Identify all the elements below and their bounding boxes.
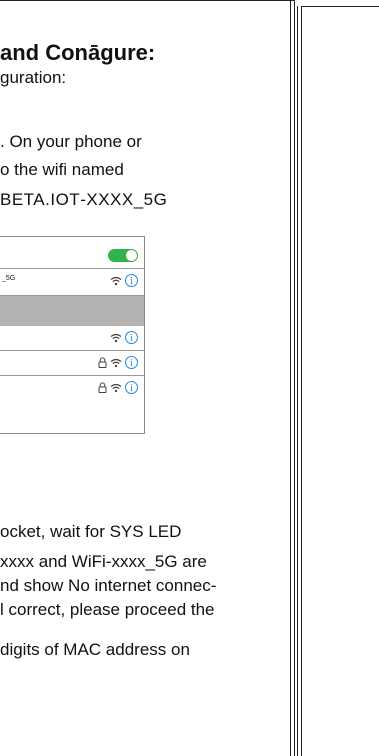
instruction-line: . On your phone or [0,132,142,151]
section-title: and Conāgure: [0,40,156,65]
info-icon: i [125,356,138,369]
wifi-icon [110,358,122,367]
page-divider-line [294,0,295,756]
phone-wifi-screen-illustration: _5G i i i i [0,236,145,434]
instruction-line: digits of MAC address on [0,640,190,659]
document-page: and Conāgure: guration: . On your phone … [0,0,379,756]
network-row: i [0,376,144,401]
network-name: _5G [2,275,16,282]
wifi-icon [110,276,122,285]
info-icon: i [125,381,138,394]
network-row: i [0,351,144,376]
lock-icon [98,382,107,393]
wifi-toggle-row [0,237,144,269]
lock-icon [98,357,107,368]
selected-network-row [0,296,144,326]
right-panel-top-rule [302,6,379,7]
instruction-line: xxxx and WiFi‑xxxx_5G are [0,552,207,571]
instruction-line: ocket, wait for SYS LED [0,522,182,541]
page-divider-line [290,0,291,756]
wifi-name-line: BETA.IOT‑XXXX_5G [0,190,168,209]
instruction-line: l correct, please proceed the [0,600,215,619]
network-row: _5G i [0,269,144,296]
instruction-line: o the wifi named [0,160,124,179]
top-rule [0,0,294,1]
page-divider-line [301,6,302,756]
info-icon: i [125,331,138,344]
section-subtitle: guration: [0,68,67,87]
wifi-icon [110,383,122,392]
page-divider-line [297,6,298,756]
wifi-toggle-switch [108,249,138,262]
wifi-icon [110,333,122,342]
info-icon: i [125,274,138,287]
network-row: i [0,326,144,351]
instruction-line: nd show No internet connec- [0,576,217,595]
